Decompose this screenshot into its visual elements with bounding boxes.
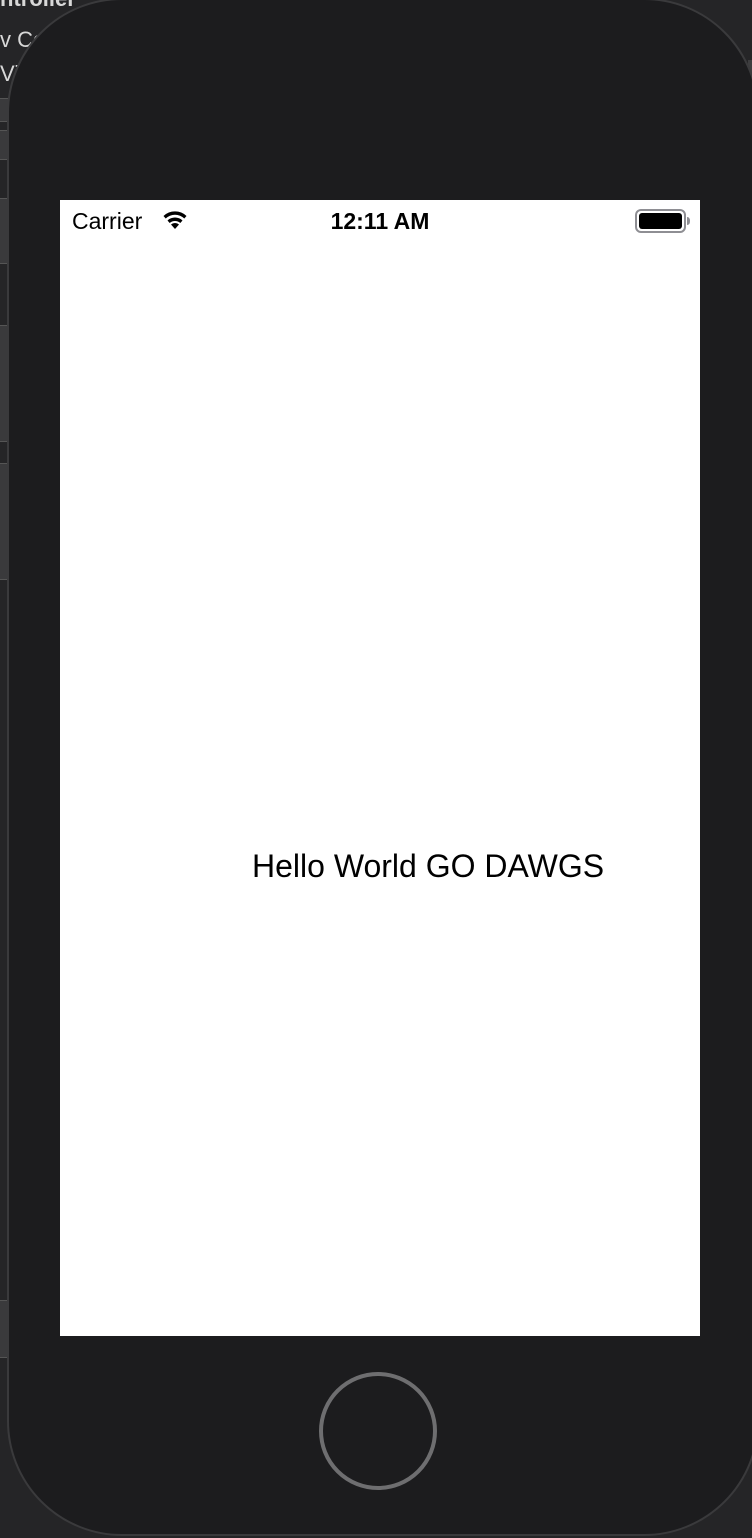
background-window-title: ntroller: [0, 0, 76, 12]
battery-icon: [635, 209, 691, 233]
status-time: 12:11 AM: [330, 208, 430, 234]
simulator-screen[interactable]: Carrier 12:11 AM Hello World GO DAWGS: [60, 200, 700, 1336]
home-button[interactable]: [319, 1372, 437, 1490]
status-bar: Carrier 12:11 AM: [60, 200, 700, 240]
hello-world-label: Hello World GO DAWGS: [252, 848, 605, 884]
